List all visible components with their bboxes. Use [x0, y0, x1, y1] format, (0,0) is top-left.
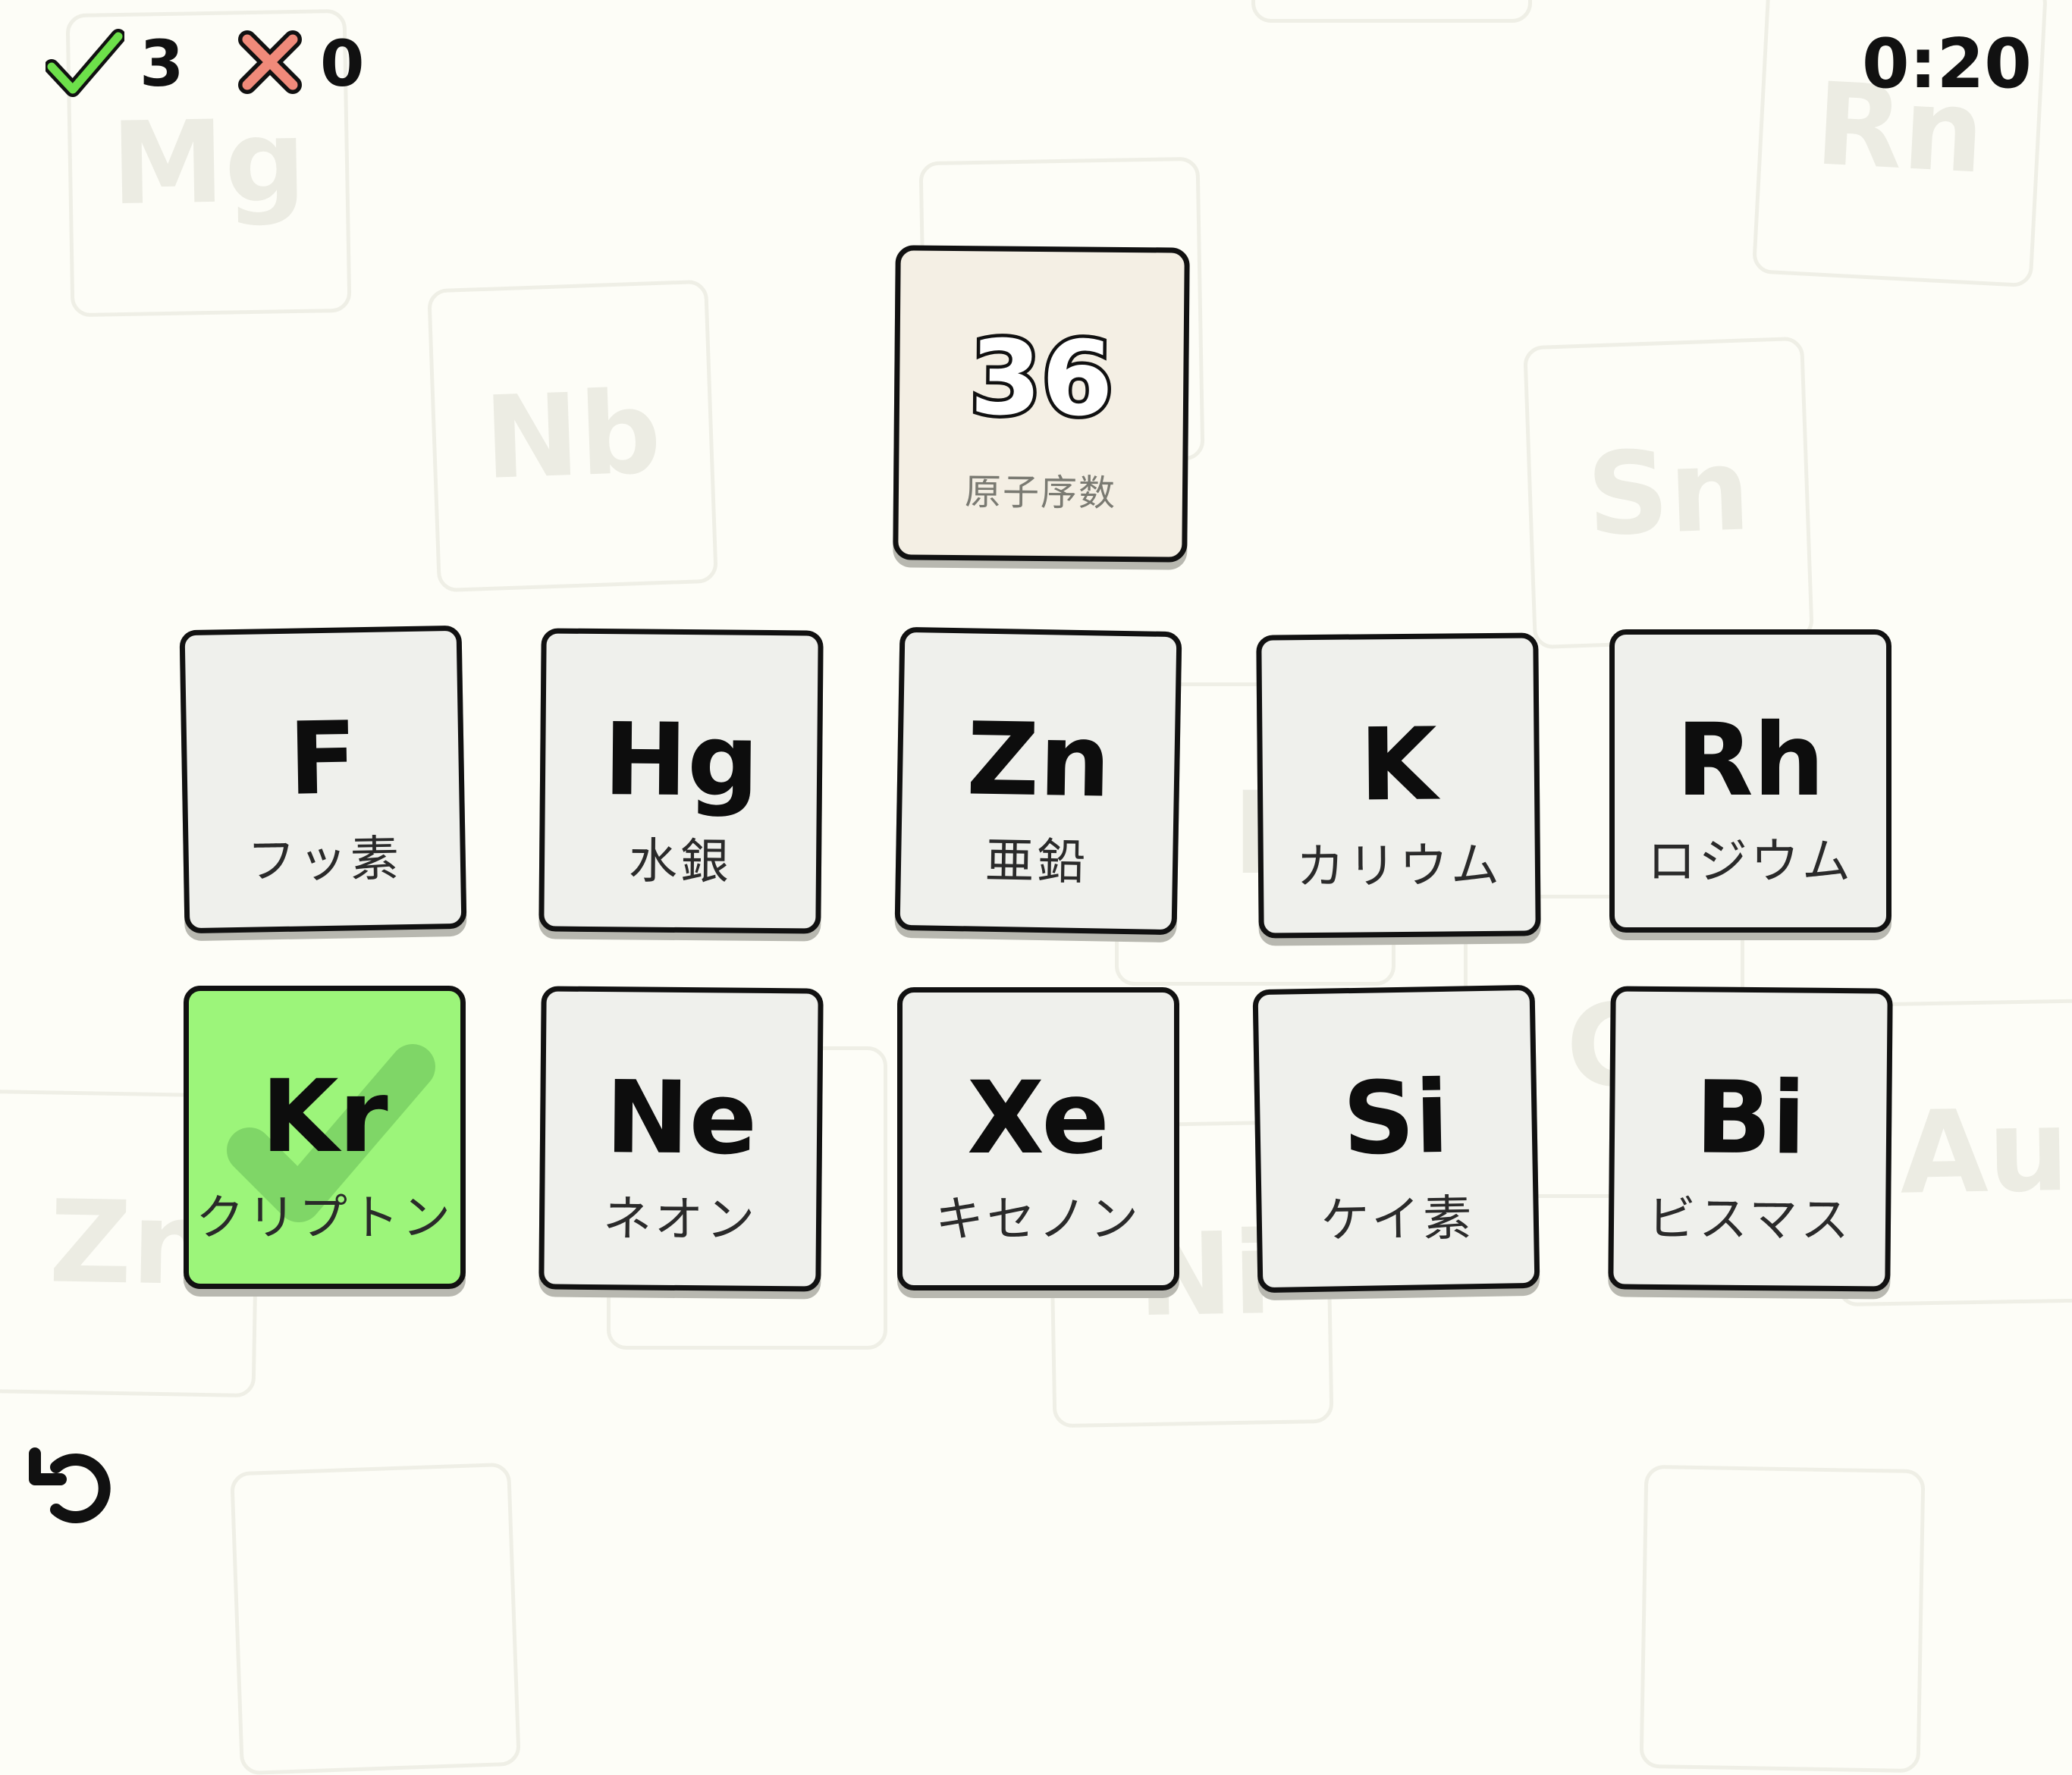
element-tile-ne[interactable]: Ne ネオン	[538, 986, 824, 1292]
bg-tile-blank-1	[230, 1462, 521, 1775]
element-name: クリプトン	[196, 1190, 454, 1247]
restart-button[interactable]	[27, 1444, 118, 1528]
element-symbol: Rh	[1676, 702, 1825, 819]
atomic-number: 36	[965, 315, 1117, 444]
element-name: カリウム	[1295, 837, 1503, 896]
cross-icon	[238, 30, 302, 94]
element-tile-hg[interactable]: Hg 水銀	[538, 628, 824, 934]
element-symbol: K	[1358, 706, 1438, 824]
restart-icon	[29, 1447, 111, 1523]
element-name: 亜鉛	[984, 833, 1089, 892]
element-symbol: Xe	[967, 1060, 1110, 1177]
element-name: ロジウム	[1647, 834, 1854, 890]
element-name: 水銀	[628, 833, 733, 891]
prompt-card: 36 原子序数	[893, 245, 1190, 563]
element-symbol: Zn	[965, 701, 1112, 820]
element-name: ビスマス	[1647, 1190, 1853, 1250]
wrong-count: 0	[320, 27, 365, 101]
prompt-caption: 原子序数	[964, 471, 1117, 515]
bg-tile-blank-2	[1639, 1464, 1926, 1773]
element-symbol: Kr	[261, 1058, 388, 1175]
element-tile-kr[interactable]: Kr クリプトン	[184, 986, 466, 1289]
element-tile-f[interactable]: F フッ素	[179, 625, 467, 934]
element-name: ネオン	[602, 1191, 758, 1249]
element-name: フッ素	[246, 831, 403, 890]
element-symbol: F	[287, 700, 358, 818]
element-symbol: Si	[1342, 1058, 1451, 1178]
element-symbol: Ne	[604, 1059, 758, 1178]
element-name: キセノン	[935, 1192, 1141, 1248]
bg-tile-sn: Sn	[1523, 336, 1814, 650]
bg-tile-nb: Nb	[427, 279, 718, 593]
element-symbol: Hg	[603, 701, 760, 820]
element-tile-zn[interactable]: Zn 亜鉛	[894, 626, 1182, 936]
element-name: ケイ素	[1320, 1190, 1475, 1250]
element-tile-xe[interactable]: Xe キセノン	[897, 987, 1179, 1290]
check-icon	[46, 29, 124, 97]
element-tile-si[interactable]: Si ケイ素	[1252, 984, 1540, 1294]
element-tile-rh[interactable]: Rh ロジウム	[1609, 629, 1891, 933]
correct-count: 3	[140, 27, 184, 101]
timer: 0:20	[1862, 24, 2032, 104]
element-tile-bi[interactable]: Bi ビスマス	[1608, 986, 1893, 1292]
element-tile-k[interactable]: K カリウム	[1256, 632, 1541, 939]
element-symbol: Bi	[1694, 1059, 1807, 1178]
bg-tile-blank-3	[1251, 0, 1532, 23]
